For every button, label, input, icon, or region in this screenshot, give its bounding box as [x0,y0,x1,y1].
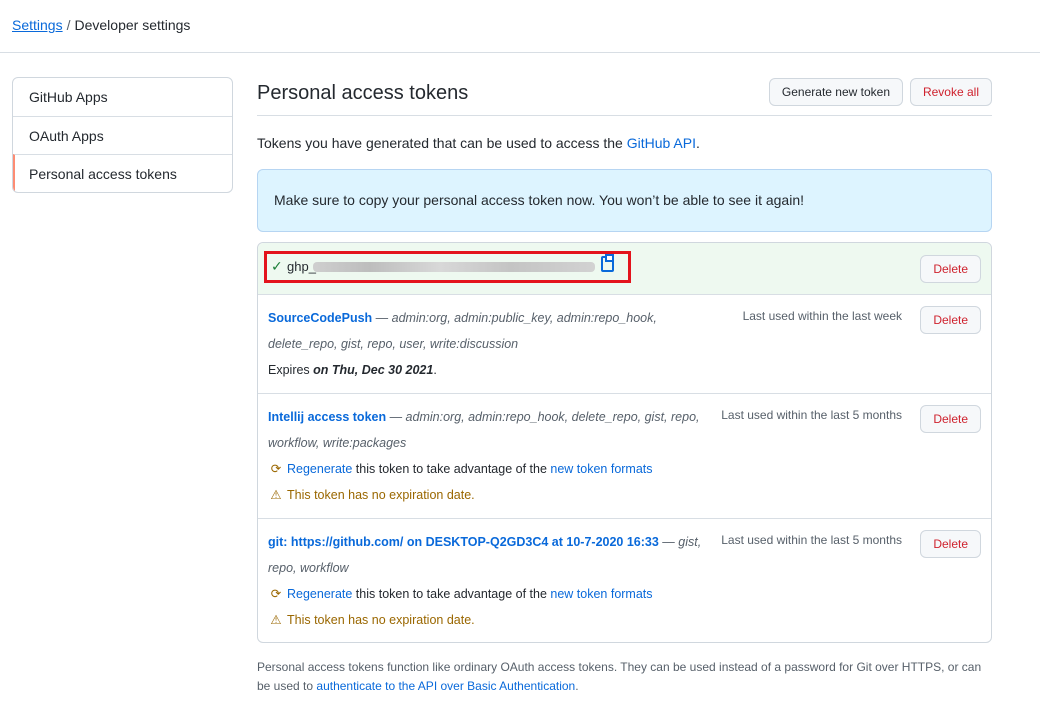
warning-text: This token has no expiration date. [287,613,475,627]
token-row: Last used within the last 5 months Delet… [258,393,991,518]
expires-date: on Thu, Dec 30 2021 [313,363,434,377]
copy-clipboard-icon[interactable] [601,254,614,272]
no-expiration-warning: ⚠ This token has no expiration date. [268,607,981,633]
expires-suffix: . [433,363,437,377]
regenerate-text: this token to take advantage of the [352,462,551,476]
revoke-all-button[interactable]: Revoke all [909,78,992,106]
token-name-link[interactable]: git: https://github.com/ on DESKTOP-Q2GD… [268,535,659,549]
check-icon: ✓ [271,258,283,274]
sidebar-item-github-apps[interactable]: GitHub Apps [13,78,232,116]
sync-icon: ⟳ [270,587,282,601]
regenerate-link[interactable]: Regenerate [287,462,352,476]
last-used-text: Last used within the last week [742,309,902,323]
token-list: ✓ ghp_ Delete Last used within the last … [257,242,992,643]
footer-suffix: . [575,679,579,693]
copy-token-notice: Make sure to copy your personal access t… [257,169,992,232]
intro-text: Tokens you have generated that can be us… [257,135,992,151]
regenerate-text: this token to take advantage of the [352,587,551,601]
token-expiry: Expires on Thu, Dec 30 2021. [268,357,981,383]
breadcrumb-current: Developer settings [74,17,191,33]
token-row: Last used within the last 5 months Delet… [258,518,991,642]
basic-auth-link[interactable]: authenticate to the API over Basic Authe… [316,679,575,693]
top-bar: Settings / Developer settings [0,0,1040,53]
delete-token-button[interactable]: Delete [920,530,981,558]
new-token-row: ✓ ghp_ Delete [258,243,991,294]
token-highlight-box: ✓ ghp_ [264,251,631,283]
breadcrumb-separator: / [66,17,71,33]
alert-icon: ⚠ [270,613,282,627]
last-used-text: Last used within the last 5 months [721,533,902,547]
intro-text-body: Tokens you have generated that can be us… [257,135,627,151]
new-token-formats-link[interactable]: new token formats [550,462,652,476]
sidebar-item-oauth-apps[interactable]: OAuth Apps [13,116,232,154]
page-header: Personal access tokens Generate new toke… [257,77,992,116]
breadcrumb-settings-link[interactable]: Settings [12,17,63,33]
delete-token-button[interactable]: Delete [920,306,981,334]
generate-new-token-button[interactable]: Generate new token [768,78,903,106]
regenerate-line: ⟳ Regenerate this token to take advantage… [268,456,981,482]
new-token-formats-link[interactable]: new token formats [550,587,652,601]
breadcrumb: Settings / Developer settings [12,17,190,33]
token-row: Last used within the last week Delete So… [258,294,991,393]
main-content: Personal access tokens Generate new toke… [257,77,992,643]
intro-text-suffix: . [695,135,700,151]
sidebar-item-personal-access-tokens[interactable]: Personal access tokens [13,154,232,192]
delete-token-button[interactable]: Delete [920,405,981,433]
sync-icon: ⟳ [270,462,282,476]
github-api-link[interactable]: GitHub API [627,135,696,151]
regenerate-link[interactable]: Regenerate [287,587,352,601]
page-title: Personal access tokens [257,82,469,104]
token-description: SourceCodePush — admin:org, admin:public… [268,305,723,357]
regenerate-line: ⟳ Regenerate this token to take advantage… [268,581,981,607]
token-name-link[interactable]: SourceCodePush [268,311,372,325]
expires-label: Expires [268,363,314,377]
redacted-token-blur [313,262,595,272]
new-token-value: ghp_ [287,259,316,274]
footer-note: Personal access tokens function like ord… [257,658,992,696]
warning-text: This token has no expiration date. [287,488,475,502]
alert-icon: ⚠ [270,488,282,502]
no-expiration-warning: ⚠ This token has no expiration date. [268,482,981,508]
token-name-link[interactable]: Intellij access token [268,410,386,424]
token-description: Intellij access token — admin:org, admin… [268,404,723,456]
last-used-text: Last used within the last 5 months [721,408,902,422]
delete-new-token-button[interactable]: Delete [920,255,981,283]
token-description: git: https://github.com/ on DESKTOP-Q2GD… [268,529,723,581]
sidebar: GitHub Apps OAuth Apps Personal access t… [12,77,233,193]
